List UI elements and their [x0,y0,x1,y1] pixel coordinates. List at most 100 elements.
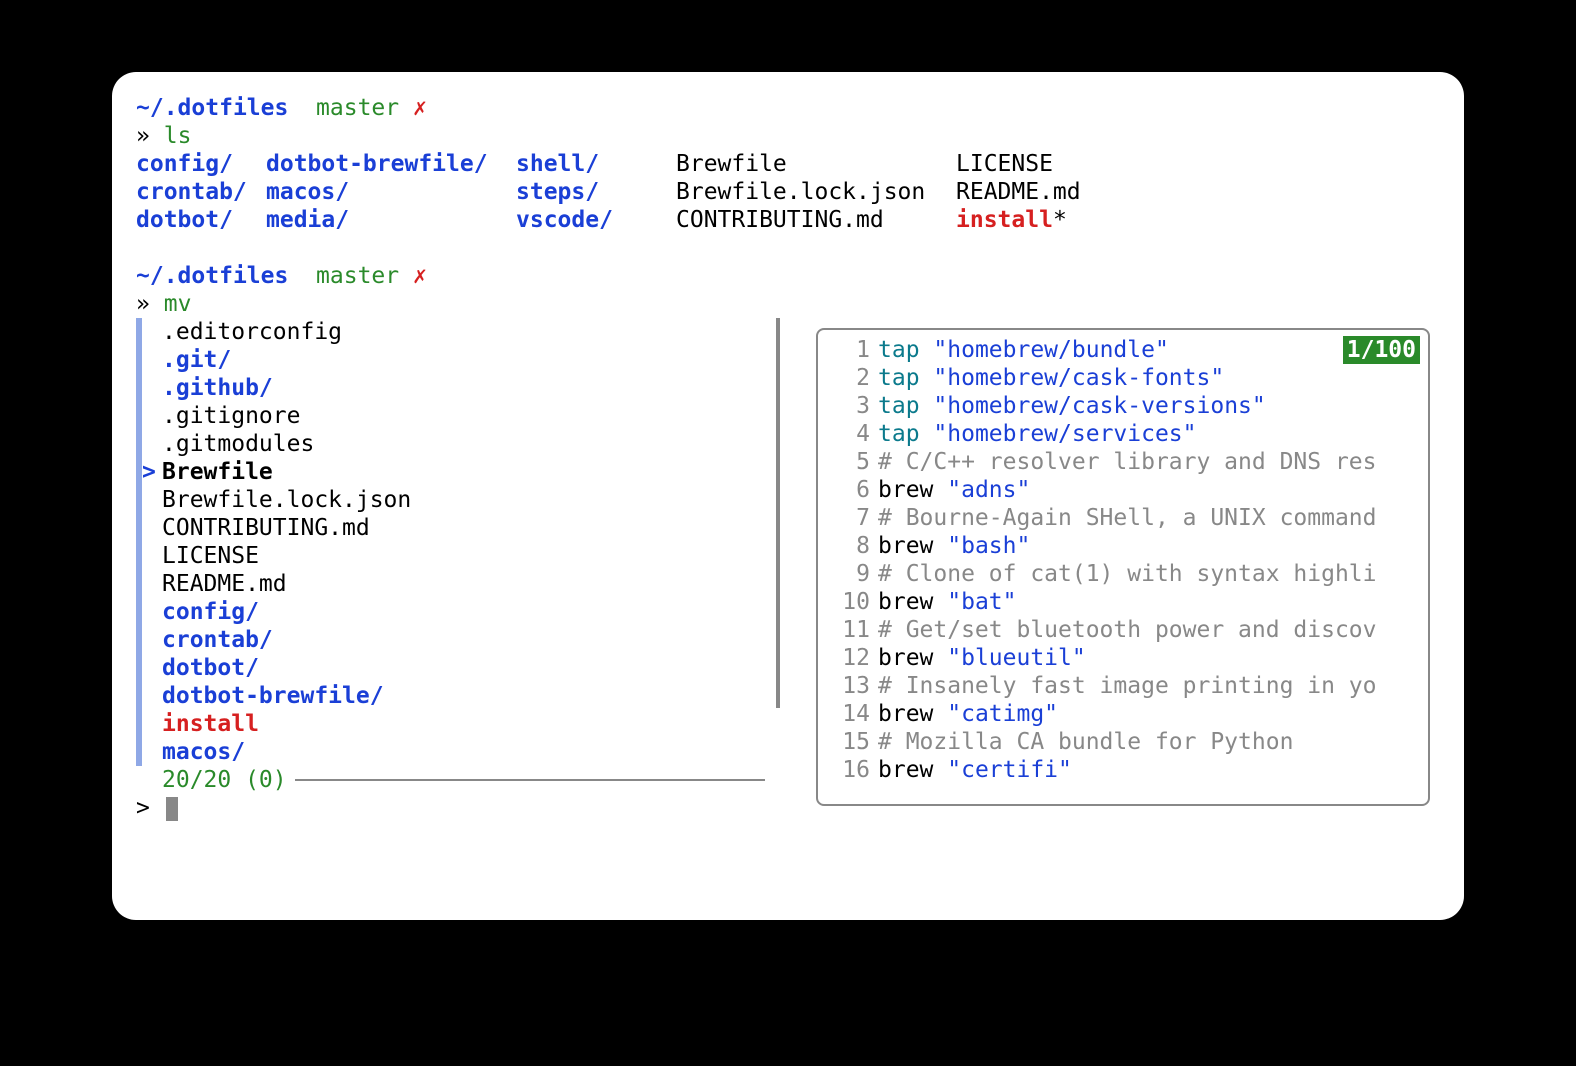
cursor-icon [166,797,178,821]
command-ls: ls [164,123,192,149]
list-item-label: dotbot-brewfile/ [162,682,384,710]
ls-file: CONTRIBUTING.md [676,206,956,234]
divider [295,779,765,781]
preview-line: 9# Clone of cat(1) with syntax highli [826,560,1420,588]
gutter [142,318,162,346]
prompt-path-name: .dotfiles [164,95,289,121]
code-content: # C/C++ resolver library and DNS res [878,448,1377,476]
command-line-1: » ls [136,122,1440,150]
preview-line: 3tap "homebrew/cask-versions" [826,392,1420,420]
gutter [142,346,162,374]
ls-dir: media/ [266,206,516,234]
list-item[interactable]: .editorconfig [136,318,786,346]
code-content: tap "homebrew/cask-fonts" [878,364,1224,392]
preview-line: 7# Bourne-Again SHell, a UNIX command [826,504,1420,532]
fzf-picker[interactable]: .editorconfig .git/ .github/ .gitignore … [136,318,1440,822]
preview-line: 6brew "adns" [826,476,1420,504]
code-content: # Insanely fast image printing in yo [878,672,1377,700]
line-number: 5 [826,448,878,476]
list-item-label: LICENSE [162,542,259,570]
list-item[interactable]: macos/ [136,738,786,766]
preview-line: 2tap "homebrew/cask-fonts" [826,364,1420,392]
ls-dir: crontab/ [136,178,266,206]
line-number: 7 [826,504,878,532]
command-mv: mv [164,291,192,317]
gutter [142,542,162,570]
line-number: 2 [826,364,878,392]
gutter [142,402,162,430]
line-number: 15 [826,728,878,756]
list-item[interactable]: dotbot/ [136,654,786,682]
preview-line: 10brew "bat" [826,588,1420,616]
preview-line: 15# Mozilla CA bundle for Python [826,728,1420,756]
list-item[interactable]: .github/ [136,374,786,402]
blank-line [136,234,1440,262]
code-content: tap "homebrew/services" [878,420,1197,448]
fzf-list[interactable]: .editorconfig .git/ .github/ .gitignore … [136,318,786,822]
code-content: # Bourne-Again SHell, a UNIX command [878,504,1377,532]
ls-exec: install* [956,206,1156,234]
line-number: 14 [826,700,878,728]
preview-line: 14brew "catimg" [826,700,1420,728]
list-item-label: .gitmodules [162,430,314,458]
list-item[interactable]: LICENSE [136,542,786,570]
preview-line: 8brew "bash" [826,532,1420,560]
list-item-label: install [162,710,259,738]
list-item-label: .gitignore [162,402,300,430]
list-item[interactable]: .gitmodules [136,430,786,458]
preview-line: 11# Get/set bluetooth power and discov [826,616,1420,644]
prompt-line-2: ~/.dotfiles master ✗ [136,262,1440,290]
code-content: brew "certifi" [878,756,1072,784]
code-content: brew "blueutil" [878,644,1086,672]
preview-line: 1tap "homebrew/bundle" [826,336,1420,364]
ls-output: config/ crontab/ dotbot/ dotbot-brewfile… [136,150,1440,234]
list-item[interactable]: > Brewfile [136,458,786,486]
ls-dir: config/ [136,150,266,178]
list-item-label: dotbot/ [162,654,259,682]
ls-file: Brewfile.lock.json [676,178,956,206]
gutter [142,626,162,654]
line-number: 11 [826,616,878,644]
list-item[interactable]: crontab/ [136,626,786,654]
prompt-marker: » [136,291,150,317]
scrollbar[interactable] [776,318,780,708]
fzf-preview[interactable]: 1/100 1tap "homebrew/bundle"2tap "homebr… [816,328,1430,806]
fzf-count: 20/20 (0) [162,766,287,794]
git-branch: master [316,95,399,121]
list-item[interactable]: .git/ [136,346,786,374]
code-content: # Mozilla CA bundle for Python [878,728,1293,756]
list-item[interactable]: .gitignore [136,402,786,430]
line-number: 16 [826,756,878,784]
preview-line: 5# C/C++ resolver library and DNS res [826,448,1420,476]
preview-line: 4tap "homebrew/services" [826,420,1420,448]
list-item[interactable]: dotbot-brewfile/ [136,682,786,710]
preview-position-badge: 1/100 [1343,336,1420,364]
git-dirty-icon: ✗ [413,95,427,121]
gutter [142,570,162,598]
git-dirty-icon: ✗ [413,263,427,289]
list-item[interactable]: config/ [136,598,786,626]
list-item[interactable]: CONTRIBUTING.md [136,514,786,542]
git-branch: master [316,263,399,289]
list-item[interactable]: install [136,710,786,738]
line-number: 3 [826,392,878,420]
gutter [142,430,162,458]
list-item-label: config/ [162,598,259,626]
list-item-label: .git/ [162,346,231,374]
ls-dir: macos/ [266,178,516,206]
terminal-window[interactable]: ~/.dotfiles master ✗ » ls config/ cronta… [112,72,1464,920]
fzf-prompt[interactable]: > [136,794,786,822]
list-item[interactable]: Brewfile.lock.json [136,486,786,514]
prompt-path-name: .dotfiles [164,263,289,289]
code-content: brew "bat" [878,588,1017,616]
gutter [142,486,162,514]
preview-line: 16brew "certifi" [826,756,1420,784]
ls-dir: dotbot-brewfile/ [266,150,516,178]
code-content: brew "catimg" [878,700,1058,728]
list-item[interactable]: README.md [136,570,786,598]
prompt-path-prefix: ~/ [136,95,164,121]
ls-file: LICENSE [956,150,1156,178]
code-content: # Get/set bluetooth power and discov [878,616,1377,644]
code-content: brew "bash" [878,532,1030,560]
prompt-path-prefix: ~/ [136,263,164,289]
